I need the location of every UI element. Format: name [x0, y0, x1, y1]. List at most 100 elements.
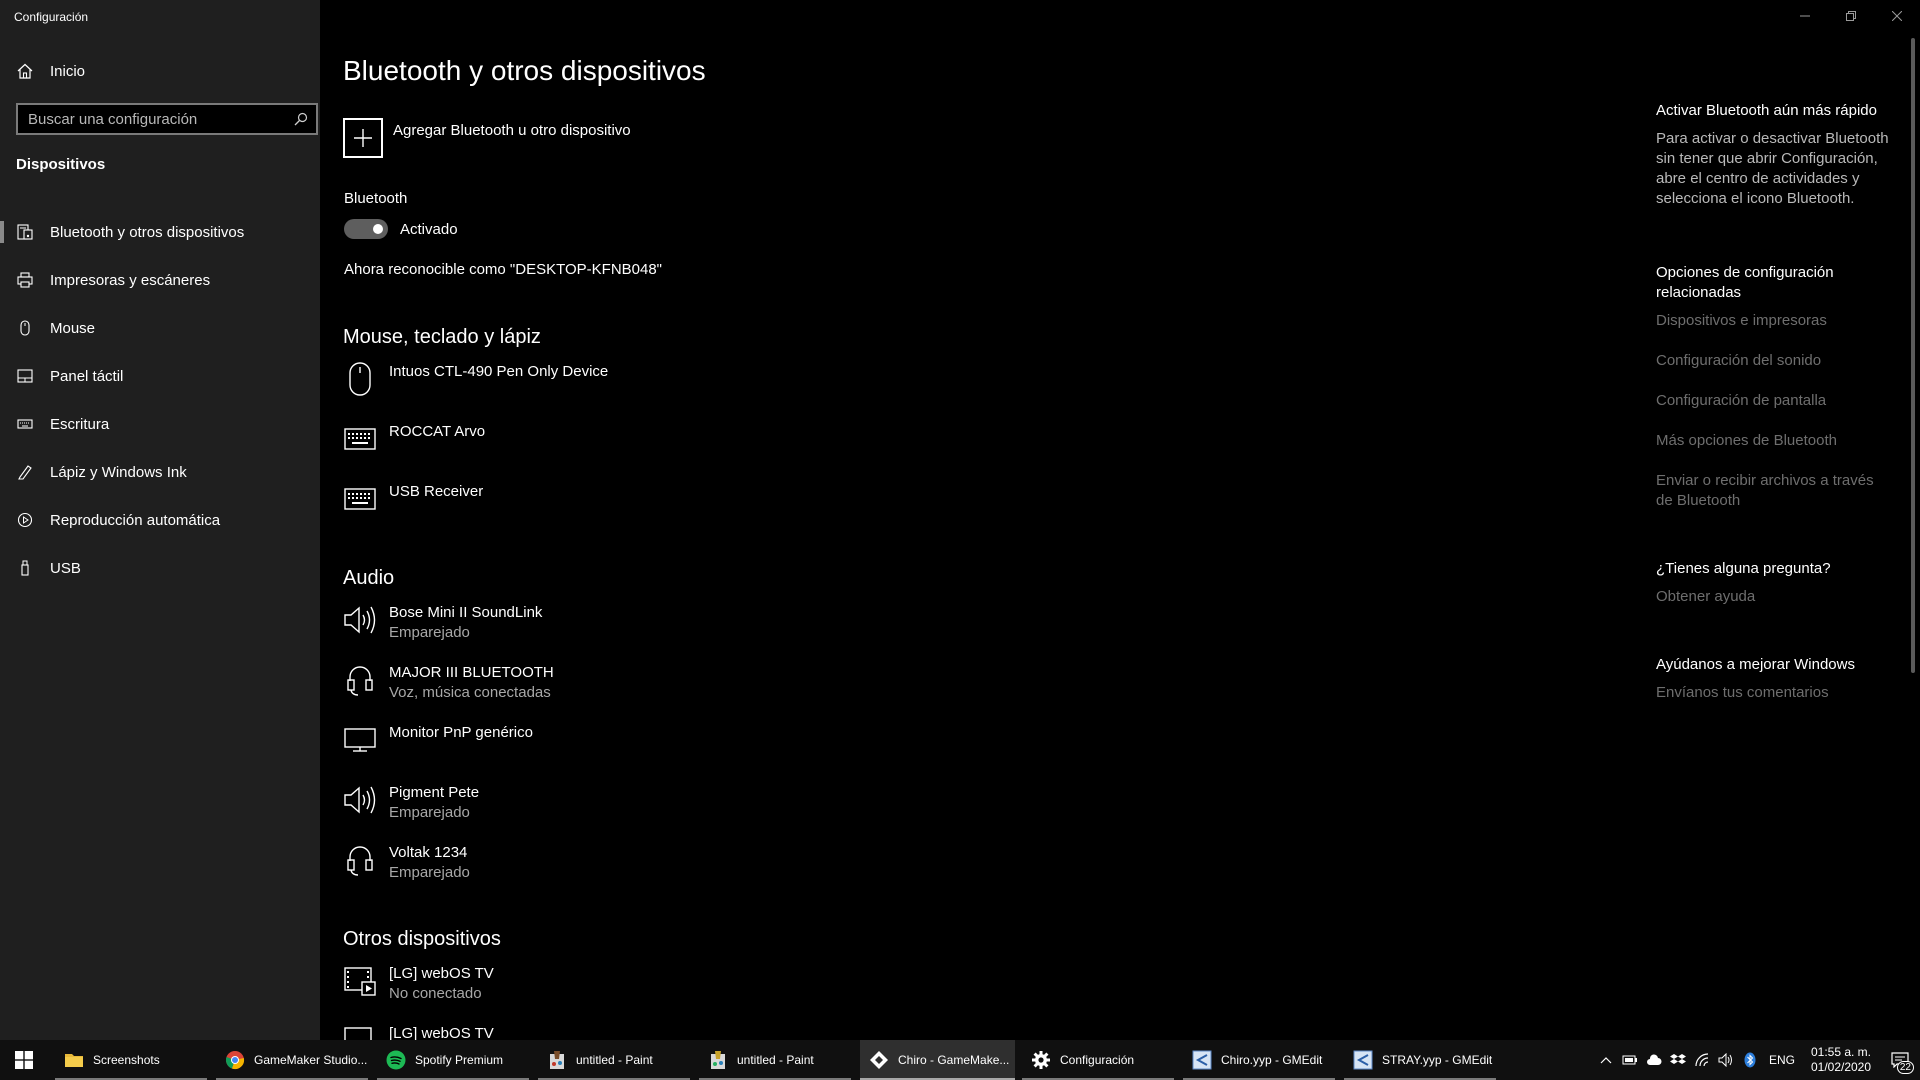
section-heading-input: Mouse, teclado y lápiz — [343, 326, 541, 348]
battery-icon[interactable] — [1618, 1040, 1642, 1080]
related-link-sound[interactable]: Configuración del sonido — [1656, 351, 1892, 371]
tip-text: Para activar o desactivar Bluetooth sin … — [1656, 130, 1889, 207]
bluetooth-toggle[interactable] — [344, 219, 388, 239]
device-name: Intuos CTL-490 Pen Only Device — [389, 363, 609, 380]
touchpad-icon — [16, 367, 34, 385]
dropbox-icon[interactable] — [1666, 1040, 1690, 1080]
sidebar-item-label: Mouse — [50, 319, 96, 337]
wifi-icon[interactable] — [1690, 1040, 1714, 1080]
action-center-button[interactable]: 22 — [1880, 1040, 1920, 1080]
clock-date: 01/02/2020 — [1810, 1060, 1872, 1074]
pen-icon — [16, 463, 34, 481]
bluetooth-toggle-row: Activado — [344, 219, 458, 239]
related-link-bluetooth-options[interactable]: Más opciones de Bluetooth — [1656, 431, 1892, 451]
feedback-link[interactable]: Envíanos tus comentarios — [1656, 683, 1892, 703]
taskbar-app-paint-1[interactable]: untitled - Paint — [538, 1040, 690, 1080]
headset-icon — [343, 841, 377, 879]
sidebar-item-pen-ink[interactable]: Lápiz y Windows Ink — [0, 448, 320, 496]
sidebar-item-label: Lápiz y Windows Ink — [50, 463, 187, 481]
device-name: USB Receiver — [389, 483, 484, 500]
taskbar-app-label: untitled - Paint — [737, 1053, 814, 1067]
settings-search-box[interactable] — [16, 103, 318, 135]
sidebar-item-printers[interactable]: Impresoras y escáneres — [0, 256, 320, 304]
related-link-devices-printers[interactable]: Dispositivos e impresoras — [1656, 311, 1892, 331]
volume-icon[interactable] — [1714, 1040, 1738, 1080]
home-nav-item[interactable]: Inicio — [16, 62, 85, 80]
bluetooth-state-label: Activado — [400, 220, 458, 238]
window-title: Configuración — [14, 10, 89, 24]
taskbar-app-chrome[interactable]: GameMaker Studio... — [216, 1040, 368, 1080]
device-name: [LG] webOS TV — [389, 965, 494, 982]
device-name: Monitor PnP genérico — [389, 724, 533, 741]
sidebar-item-label: Panel táctil — [50, 367, 124, 385]
close-button[interactable] — [1874, 0, 1920, 32]
taskbar-app-gamemaker[interactable]: Chiro - GameMake... — [860, 1040, 1015, 1080]
bluetooth-icon[interactable] — [1738, 1040, 1762, 1080]
paint-icon — [707, 1049, 729, 1071]
device-item[interactable]: [LG] webOS TV — [343, 1024, 943, 1040]
taskbar-app-gmedit-chiro[interactable]: Chiro.yyp - GMEdit — [1183, 1040, 1335, 1080]
paint-icon — [546, 1049, 568, 1071]
category-heading: Dispositivos — [16, 156, 106, 173]
sidebar-item-bluetooth[interactable]: Bluetooth y otros dispositivos — [0, 208, 320, 256]
autoplay-icon — [16, 511, 34, 529]
scrollbar[interactable] — [1911, 38, 1915, 673]
minimize-icon — [1800, 15, 1810, 17]
language-indicator[interactable]: ENG — [1762, 1040, 1802, 1080]
keyboard-icon — [16, 415, 34, 433]
media-device-icon — [343, 962, 377, 1000]
device-item[interactable]: USB Receiver — [343, 482, 943, 518]
sidebar-item-typing[interactable]: Escritura — [0, 400, 320, 448]
sidebar-item-usb[interactable]: USB — [0, 544, 320, 592]
page-title: Bluetooth y otros dispositivos — [343, 55, 706, 86]
taskbar-app-spotify[interactable]: Spotify Premium — [377, 1040, 529, 1080]
help-link[interactable]: Obtener ayuda — [1656, 587, 1892, 607]
improve-heading: Ayúdanos a mejorar Windows — [1656, 656, 1855, 673]
gmedit-icon — [1352, 1049, 1374, 1071]
taskbar-app-screenshots[interactable]: Screenshots — [55, 1040, 207, 1080]
start-button[interactable] — [0, 1040, 48, 1080]
device-item[interactable]: Intuos CTL-490 Pen Only Device — [343, 362, 943, 398]
monitor-icon — [343, 721, 377, 759]
folder-icon — [63, 1049, 85, 1071]
gear-icon — [1030, 1049, 1052, 1071]
device-item[interactable]: Pigment Pete Emparejado — [343, 783, 943, 823]
taskbar-app-gmedit-stray[interactable]: STRAY.yyp - GMEdit — [1344, 1040, 1496, 1080]
cloud-icon[interactable] — [1642, 1040, 1666, 1080]
system-tray: ENG 01:55 a. m. 01/02/2020 22 — [1594, 1040, 1920, 1080]
search-input[interactable] — [18, 105, 286, 133]
keyboard-icon — [343, 480, 377, 518]
sidebar-item-mouse[interactable]: Mouse — [0, 304, 320, 352]
close-icon — [1892, 11, 1902, 21]
discoverable-text: Ahora reconocible como "DESKTOP-KFNB048" — [344, 261, 663, 278]
device-name: MAJOR III BLUETOOTH — [389, 664, 554, 681]
media-device-icon — [343, 1024, 377, 1040]
clock[interactable]: 01:55 a. m. 01/02/2020 — [1802, 1045, 1880, 1075]
usb-icon — [16, 559, 34, 577]
device-item[interactable]: Voltak 1234 Emparejado — [343, 843, 943, 883]
question-heading: ¿Tienes alguna pregunta? — [1656, 560, 1831, 577]
device-item[interactable]: MAJOR III BLUETOOTH Voz, música conectad… — [343, 663, 943, 703]
plus-icon — [343, 118, 383, 158]
restore-button[interactable] — [1828, 0, 1874, 32]
search-icon[interactable] — [286, 105, 316, 133]
chrome-icon — [224, 1049, 246, 1071]
taskbar-app-paint-2[interactable]: untitled - Paint — [699, 1040, 851, 1080]
device-item[interactable]: Bose Mini II SoundLink Emparejado — [343, 603, 943, 643]
device-item[interactable]: Monitor PnP genérico — [343, 723, 943, 759]
taskbar-app-label: Spotify Premium — [415, 1053, 504, 1067]
sidebar-item-touchpad[interactable]: Panel táctil — [0, 352, 320, 400]
add-device-button[interactable]: Agregar Bluetooth u otro dispositivo — [343, 118, 631, 158]
chevron-up-icon[interactable] — [1594, 1040, 1618, 1080]
minimize-button[interactable] — [1782, 0, 1828, 32]
device-item[interactable]: ROCCAT Arvo — [343, 422, 943, 458]
related-link-display[interactable]: Configuración de pantalla — [1656, 391, 1892, 411]
taskbar-app-label: STRAY.yyp - GMEdit — [1382, 1053, 1493, 1067]
taskbar-app-settings[interactable]: Configuración — [1022, 1040, 1174, 1080]
taskbar-app-label: Chiro - GameMake... — [898, 1053, 1010, 1067]
related-link-send-files[interactable]: Enviar o recibir archivos a través de Bl… — [1656, 471, 1892, 511]
device-item[interactable]: [LG] webOS TV No conectado — [343, 964, 943, 1004]
headset-icon — [343, 661, 377, 699]
sidebar-item-autoplay[interactable]: Reproducción automática — [0, 496, 320, 544]
taskbar-app-label: untitled - Paint — [576, 1053, 653, 1067]
